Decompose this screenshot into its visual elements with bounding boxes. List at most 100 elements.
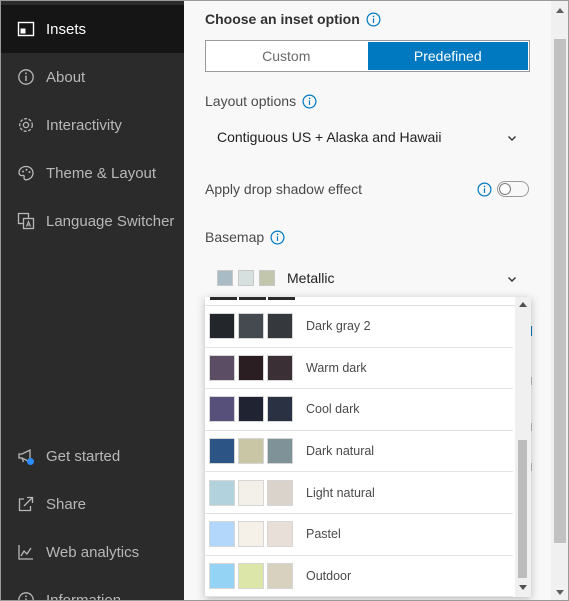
chevron-down-icon	[506, 131, 518, 143]
basemap-option-label: Pastel	[306, 527, 341, 542]
notification-dot	[27, 458, 34, 465]
inset-option-heading: Choose an inset option	[205, 11, 381, 27]
sidebar-item-label: Interactivity	[46, 116, 122, 134]
sidebar-item-web-analytics[interactable]: Web analytics	[1, 528, 184, 576]
color-swatch	[238, 479, 264, 506]
basemap-value: Metallic	[287, 270, 335, 286]
color-swatch	[238, 562, 264, 589]
color-swatch	[238, 354, 264, 381]
color-swatch	[238, 313, 264, 340]
sidebar-item-label: Information	[46, 591, 122, 601]
layout-options-label: Layout options	[205, 93, 297, 109]
sidebar-item-get-started[interactable]: Get started	[1, 432, 184, 480]
drop-shadow-control	[477, 181, 529, 197]
chevron-down-icon	[506, 272, 518, 284]
sidebar-item-label: Web analytics	[46, 543, 140, 561]
basemap-option-warm-dark[interactable]: Warm dark	[205, 348, 513, 390]
scroll-down-arrow-icon[interactable]	[519, 585, 527, 590]
basemap-option-outdoor[interactable]: Outdoor	[205, 556, 513, 597]
basemap-option-label: Dark natural	[306, 444, 375, 459]
sidebar-item-share[interactable]: Share	[1, 480, 184, 528]
basemap-dropdown-list: Dark gray 2 Warm dark Cool dark Dark natura…	[205, 297, 531, 597]
info-icon[interactable]	[270, 229, 285, 245]
sidebar-item-information[interactable]: Information	[1, 576, 184, 601]
color-swatch	[209, 438, 235, 465]
basemap-label-row: Basemap	[205, 229, 285, 245]
inset-option-title: Choose an inset option	[205, 11, 360, 27]
basemap-option-dark-gray-2[interactable]: Dark gray 2	[205, 306, 513, 348]
layout-options-select[interactable]: Contiguous US + Alaska and Hawaii	[205, 119, 530, 155]
color-swatch	[209, 562, 235, 589]
color-swatch	[267, 354, 293, 381]
sidebar-item-label: Get started	[46, 447, 121, 465]
color-swatch	[238, 438, 264, 465]
panel-scroll-thumb[interactable]	[554, 39, 566, 543]
basemap-option-label: Dark gray 2	[306, 319, 371, 334]
basemap-swatch	[217, 270, 233, 286]
palette-icon	[17, 164, 35, 182]
info-icon	[17, 68, 35, 86]
sidebar-item-language-switcher[interactable]: Language Switcher	[1, 197, 184, 245]
sidebar-item-interactivity[interactable]: Interactivity	[1, 101, 184, 149]
sidebar-item-label: Language Switcher	[46, 212, 175, 230]
info-icon[interactable]	[477, 181, 492, 197]
drop-shadow-label: Apply drop shadow effect	[205, 181, 362, 197]
basemap-label: Basemap	[205, 229, 265, 245]
app-window: Insets About Interactivity Theme & Layou…	[0, 0, 569, 601]
sidebar-item-insets[interactable]: Insets	[1, 5, 184, 53]
sidebar-item-theme-layout[interactable]: Theme & Layout	[1, 149, 184, 197]
sidebar: Insets About Interactivity Theme & Layou…	[1, 1, 184, 601]
inset-map-icon	[17, 20, 35, 38]
custom-option-button[interactable]: Custom	[206, 41, 367, 71]
basemap-select[interactable]: Metallic	[205, 260, 530, 296]
sidebar-item-label: Insets	[46, 20, 87, 38]
scroll-up-arrow-icon[interactable]	[556, 8, 564, 13]
basemap-options: Dark gray 2 Warm dark Cool dark Dark natura…	[205, 306, 531, 597]
layout-options-label-row: Layout options	[205, 93, 317, 109]
basemap-swatch	[238, 270, 254, 286]
sidebar-item-about[interactable]: About	[1, 53, 184, 101]
panel-scrollbar[interactable]	[551, 1, 568, 600]
sidebar-item-label: Share	[46, 495, 87, 513]
swatch-partial	[268, 297, 295, 300]
basemap-swatch	[259, 270, 275, 286]
predefined-option-button[interactable]: Predefined	[367, 42, 528, 70]
basemap-option-label: Light natural	[306, 485, 375, 500]
basemap-option-label: Outdoor	[306, 568, 352, 583]
color-swatch	[267, 438, 293, 465]
info-icon[interactable]	[366, 11, 381, 27]
color-swatch	[267, 521, 293, 548]
color-swatch	[209, 354, 235, 381]
basemap-option-label: Warm dark	[306, 360, 367, 375]
dropdown-scroll-thumb[interactable]	[518, 440, 527, 578]
scroll-up-arrow-icon[interactable]	[519, 302, 527, 307]
color-swatch	[209, 479, 235, 506]
inset-option-segmented-control: Custom Predefined	[205, 40, 530, 72]
chart-icon	[17, 543, 35, 561]
info-icon[interactable]	[302, 93, 317, 109]
toggle-knob	[499, 183, 511, 195]
color-swatch	[267, 562, 293, 589]
color-swatch	[238, 521, 264, 548]
basemap-option-dark-natural[interactable]: Dark natural	[205, 431, 513, 473]
megaphone-icon	[17, 447, 35, 465]
color-swatch	[209, 521, 235, 548]
gear-icon	[17, 116, 35, 134]
dropdown-scrollbar[interactable]	[515, 297, 531, 597]
info-icon	[17, 591, 35, 600]
share-icon	[17, 495, 35, 513]
list-item-partial	[205, 297, 531, 306]
drop-shadow-toggle[interactable]	[497, 181, 529, 197]
scroll-down-arrow-icon[interactable]	[556, 590, 564, 595]
settings-panel: Choose an inset option Custom Predefined…	[184, 1, 551, 600]
color-swatch	[209, 313, 235, 340]
swatch-partial	[239, 297, 266, 300]
sidebar-item-label: About	[46, 68, 86, 86]
basemap-option-light-natural[interactable]: Light natural	[205, 472, 513, 514]
basemap-option-cool-dark[interactable]: Cool dark	[205, 389, 513, 431]
basemap-option-pastel[interactable]: Pastel	[205, 514, 513, 556]
color-swatch	[267, 396, 293, 423]
translate-icon	[17, 212, 35, 230]
color-swatch	[267, 313, 293, 340]
layout-options-value: Contiguous US + Alaska and Hawaii	[217, 129, 442, 145]
